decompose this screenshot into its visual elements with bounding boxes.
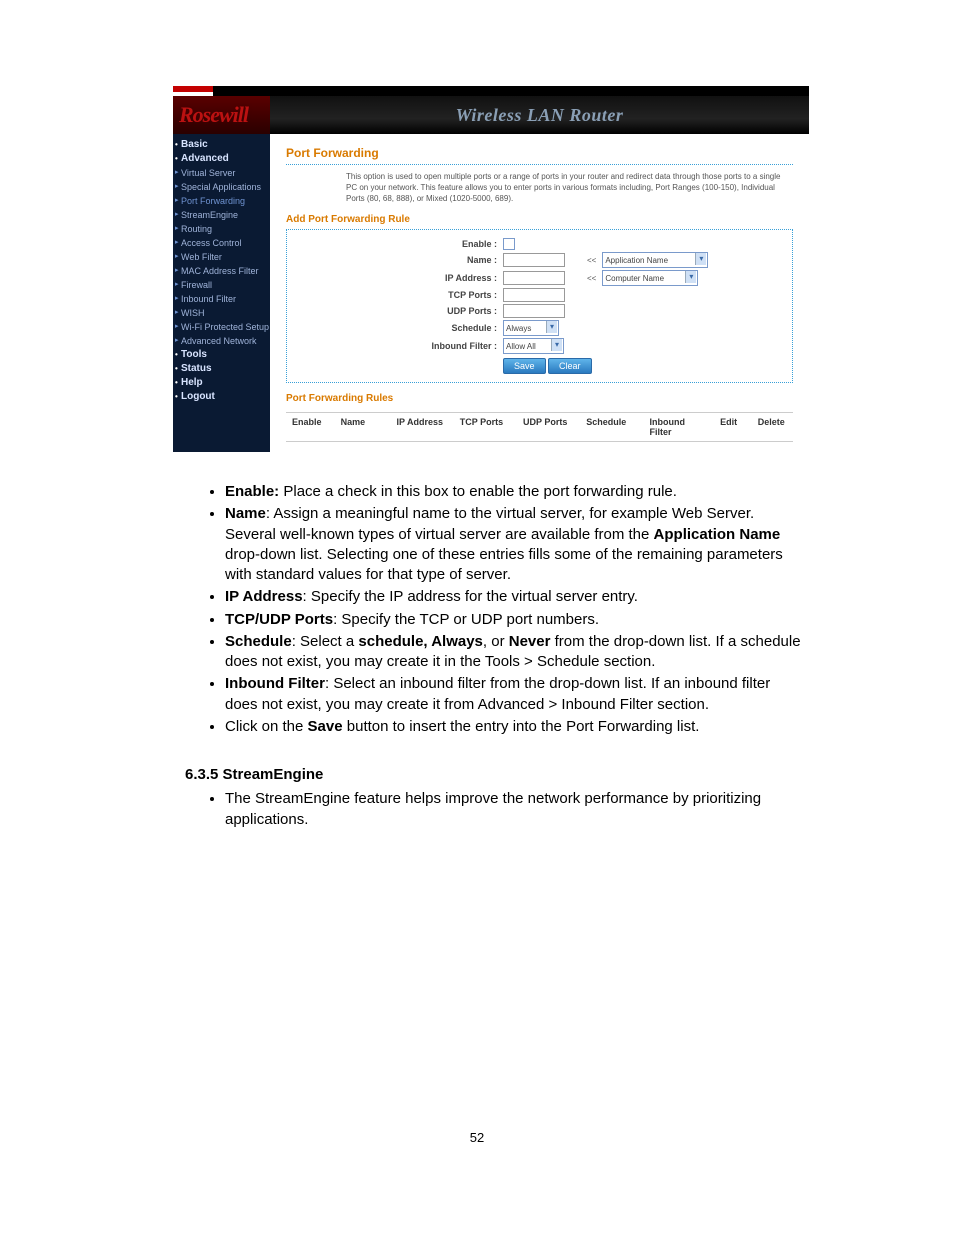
- name-input[interactable]: [503, 253, 565, 267]
- description-list: Enable: Place a check in this box to ena…: [185, 482, 804, 737]
- description-list-2: The StreamEngine feature helps improve t…: [185, 789, 804, 830]
- inbound-filter-select[interactable]: Allow All: [503, 338, 564, 354]
- label-name: Name :: [297, 255, 497, 265]
- section-heading: 6.3.5 StreamEngine: [185, 765, 804, 785]
- section-title-add-rule: Add Port Forwarding Rule: [286, 214, 793, 225]
- application-name-value: Application Name: [605, 256, 668, 265]
- col-ip: IP Address: [391, 413, 454, 441]
- col-edit: Edit: [714, 413, 752, 441]
- label-udp: UDP Ports :: [297, 306, 497, 316]
- sidebar: BasicAdvancedVirtual ServerSpecial Appli…: [173, 134, 270, 452]
- brand-name: Rosewill: [179, 102, 248, 127]
- col-tcp: TCP Ports: [454, 413, 517, 441]
- sidebar-item[interactable]: Routing: [173, 222, 270, 236]
- sidebar-category[interactable]: Basic: [173, 138, 270, 152]
- red-accent: [173, 86, 213, 92]
- schedule-value: Always: [506, 324, 531, 333]
- list-item: IP Address: Specify the IP address for t…: [225, 587, 804, 607]
- label-schedule: Schedule :: [297, 323, 497, 333]
- col-name: Name: [335, 413, 391, 441]
- sidebar-item[interactable]: Inbound Filter: [173, 292, 270, 306]
- brand-logo: Rosewill: [173, 96, 270, 134]
- label-ip: IP Address :: [297, 273, 497, 283]
- section-title-rules: Port Forwarding Rules: [286, 393, 793, 404]
- header-title: Wireless LAN Router: [270, 105, 809, 126]
- page-description: This option is used to open multiple por…: [346, 171, 793, 204]
- bold-enable: Enable:: [225, 483, 279, 500]
- label-inbound: Inbound Filter :: [297, 341, 497, 351]
- sidebar-category[interactable]: Status: [173, 362, 270, 376]
- sidebar-item[interactable]: Access Control: [173, 236, 270, 250]
- schedule-select[interactable]: Always: [503, 320, 559, 336]
- col-schedule: Schedule: [580, 413, 643, 441]
- col-delete: Delete: [752, 413, 793, 441]
- arrows-icon: <<: [587, 274, 596, 283]
- bold-name: Name: [225, 505, 266, 522]
- computer-name-select[interactable]: Computer Name: [602, 270, 698, 286]
- add-rule-form: Enable : Name : << Application Name IP A…: [286, 229, 793, 383]
- sidebar-item[interactable]: MAC Address Filter: [173, 264, 270, 278]
- sidebar-item[interactable]: Firewall: [173, 278, 270, 292]
- enable-checkbox[interactable]: [503, 238, 515, 250]
- list-item: The StreamEngine feature helps improve t…: [225, 789, 804, 830]
- main-panel: Port Forwarding This option is used to o…: [270, 134, 809, 452]
- list-item: Schedule: Select a schedule, Always, or …: [225, 632, 804, 673]
- application-name-select[interactable]: Application Name: [602, 252, 708, 268]
- col-udp: UDP Ports: [517, 413, 580, 441]
- rules-table: Enable Name IP Address TCP Ports UDP Por…: [286, 412, 793, 442]
- sidebar-category[interactable]: Help: [173, 376, 270, 390]
- divider: [286, 164, 793, 165]
- bold-appname: Application Name: [654, 526, 781, 543]
- udp-input[interactable]: [503, 304, 565, 318]
- col-enable: Enable: [286, 413, 335, 441]
- label-tcp: TCP Ports :: [297, 290, 497, 300]
- sidebar-item[interactable]: Wi-Fi Protected Setup: [173, 320, 270, 334]
- list-item: Inbound Filter: Select an inbound filter…: [225, 674, 804, 715]
- inbound-filter-value: Allow All: [506, 342, 536, 351]
- sidebar-item[interactable]: StreamEngine: [173, 208, 270, 222]
- sidebar-category[interactable]: Logout: [173, 390, 270, 404]
- arrows-icon: <<: [587, 256, 596, 265]
- sidebar-item[interactable]: Port Forwarding: [173, 194, 270, 208]
- router-ui-screenshot: Rosewill Wireless LAN Router BasicAdvanc…: [173, 96, 809, 452]
- clear-button[interactable]: Clear: [548, 358, 592, 374]
- bold-schedule: Schedule: [225, 633, 292, 650]
- save-button[interactable]: Save: [503, 358, 546, 374]
- sidebar-category[interactable]: Advanced: [173, 152, 270, 166]
- list-item: Name: Assign a meaningful name to the vi…: [225, 504, 804, 585]
- document-text: Enable: Place a check in this box to ena…: [185, 482, 804, 830]
- bold-ip: IP Address: [225, 588, 303, 605]
- sidebar-category[interactable]: Tools: [173, 348, 270, 362]
- sidebar-item[interactable]: Web Filter: [173, 250, 270, 264]
- tcp-input[interactable]: [503, 288, 565, 302]
- bold-inbound: Inbound Filter: [225, 675, 325, 692]
- ip-input[interactable]: [503, 271, 565, 285]
- list-item: Click on the Save button to insert the e…: [225, 717, 804, 737]
- sidebar-item[interactable]: WISH: [173, 306, 270, 320]
- ui-header: Rosewill Wireless LAN Router: [173, 96, 809, 134]
- bold-ports: TCP/UDP Ports: [225, 611, 333, 628]
- sidebar-item[interactable]: Advanced Network: [173, 334, 270, 348]
- computer-name-value: Computer Name: [605, 274, 664, 283]
- list-item: Enable: Place a check in this box to ena…: [225, 482, 804, 502]
- col-inbound: Inbound Filter: [644, 413, 715, 441]
- black-bar: [213, 86, 809, 96]
- label-enable: Enable :: [297, 239, 497, 249]
- sidebar-item[interactable]: Special Applications: [173, 180, 270, 194]
- page-number: 52: [0, 1130, 954, 1145]
- sidebar-item[interactable]: Virtual Server: [173, 166, 270, 180]
- list-item: TCP/UDP Ports: Specify the TCP or UDP po…: [225, 610, 804, 630]
- rules-table-header: Enable Name IP Address TCP Ports UDP Por…: [286, 412, 793, 442]
- page-title: Port Forwarding: [286, 146, 793, 160]
